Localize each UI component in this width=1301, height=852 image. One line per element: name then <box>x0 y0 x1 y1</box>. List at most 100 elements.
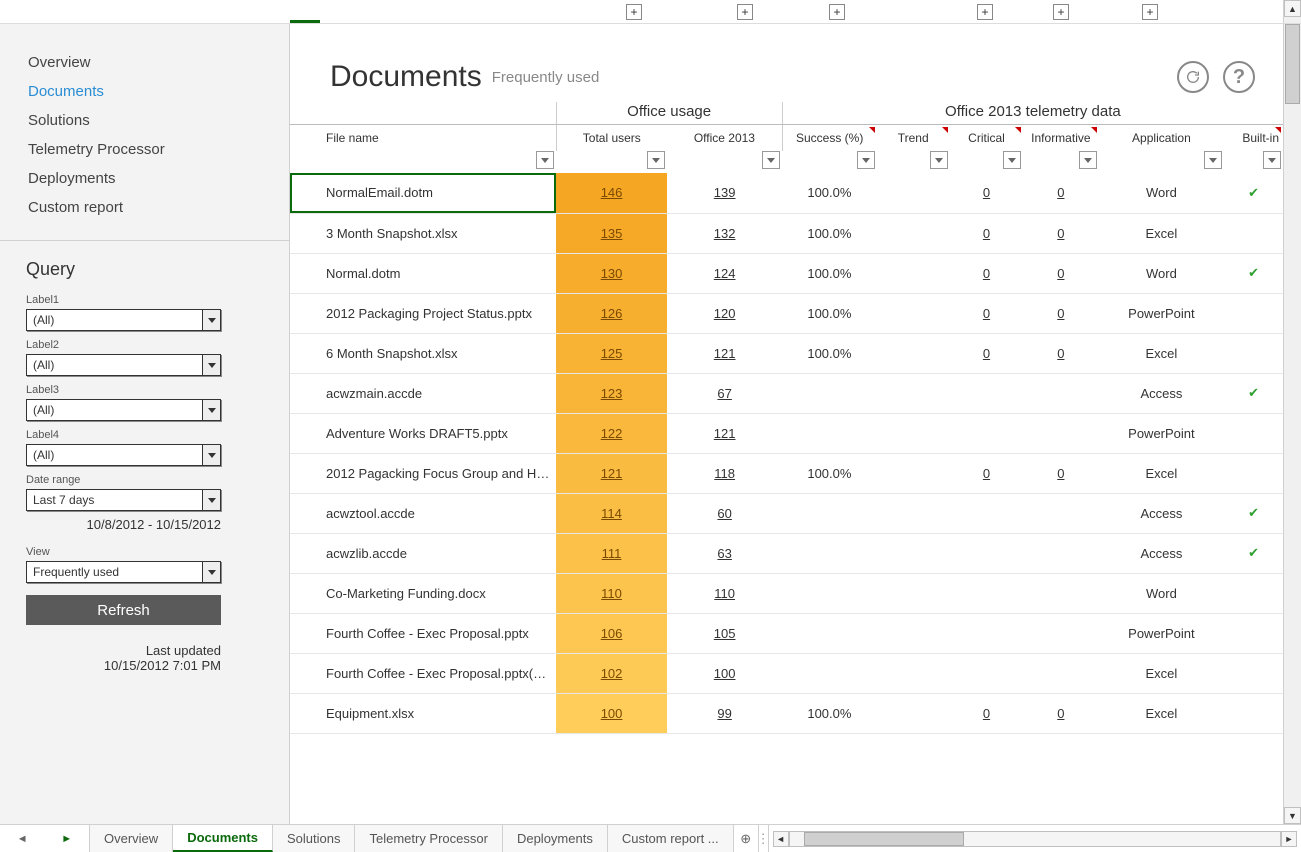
view-combo[interactable]: Frequently used <box>26 561 221 583</box>
office-2013-link[interactable]: 124 <box>714 266 736 281</box>
total-users-link[interactable]: 135 <box>601 226 623 241</box>
hscroll-thumb[interactable] <box>804 832 964 846</box>
informative-link[interactable]: 0 <box>1057 346 1064 361</box>
col-critical[interactable]: Critical <box>950 125 1023 152</box>
sheet-tab-custom-report[interactable]: Custom report ... <box>608 825 734 852</box>
sheet-tab-solutions[interactable]: Solutions <box>273 825 355 852</box>
cell-file-name[interactable]: Adventure Works DRAFT5.pptx <box>290 413 556 453</box>
critical-link[interactable]: 0 <box>983 185 990 200</box>
table-row[interactable]: Adventure Works DRAFT5.pptx122121PowerPo… <box>290 413 1283 453</box>
cell-file-name[interactable]: 2012 Packaging Project Status.pptx <box>290 293 556 333</box>
sheet-tab-documents[interactable]: Documents <box>173 825 273 852</box>
cell-file-name[interactable]: Fourth Coffee - Exec Proposal.pptx <box>290 613 556 653</box>
critical-link[interactable]: 0 <box>983 266 990 281</box>
table-row[interactable]: 3 Month Snapshot.xlsx135132100.0%00Excel <box>290 213 1283 253</box>
vertical-scrollbar[interactable]: ▼ <box>1283 24 1301 824</box>
total-users-link[interactable]: 110 <box>601 586 622 601</box>
cell-file-name[interactable]: acwztool.accde <box>290 493 556 533</box>
chevron-down-icon[interactable] <box>202 400 220 420</box>
informative-link[interactable]: 0 <box>1057 306 1064 321</box>
table-row[interactable]: 2012 Packaging Project Status.pptx126120… <box>290 293 1283 333</box>
filter-button[interactable] <box>930 151 948 169</box>
office-2013-link[interactable]: 118 <box>714 466 735 481</box>
tab-split-handle[interactable]: ⋮ <box>758 825 768 852</box>
office-2013-link[interactable]: 132 <box>714 226 736 241</box>
office-2013-link[interactable]: 67 <box>717 386 731 401</box>
cell-file-name[interactable]: Equipment.xlsx <box>290 693 556 733</box>
office-2013-link[interactable]: 121 <box>714 346 736 361</box>
query-field-combo[interactable]: (All) <box>26 309 221 331</box>
nav-item-overview[interactable]: Overview <box>0 48 289 77</box>
query-field-combo[interactable]: (All) <box>26 444 221 466</box>
table-row[interactable]: acwzlib.accde11163Access✔ <box>290 533 1283 573</box>
filter-button[interactable] <box>762 151 780 169</box>
table-row[interactable]: Fourth Coffee - Exec Proposal.pptx(old).… <box>290 653 1283 693</box>
office-2013-link[interactable]: 121 <box>714 426 736 441</box>
office-2013-link[interactable]: 139 <box>714 185 736 200</box>
col-file-name[interactable]: File name <box>290 125 556 152</box>
cell-file-name[interactable]: 2012 Pagacking Focus Group and Historic <box>290 453 556 493</box>
cell-file-name[interactable]: acwzmain.accde <box>290 373 556 413</box>
column-group-expand-button[interactable]: + <box>977 4 993 20</box>
office-2013-link[interactable]: 60 <box>717 506 731 521</box>
sheet-nav-prev[interactable]: ◄ <box>17 833 28 845</box>
chevron-down-icon[interactable] <box>202 445 220 465</box>
nav-item-custom-report[interactable]: Custom report <box>0 193 289 222</box>
filter-button[interactable] <box>1263 151 1281 169</box>
hscroll-track[interactable] <box>789 831 1281 847</box>
informative-link[interactable]: 0 <box>1057 266 1064 281</box>
chevron-down-icon[interactable] <box>202 562 220 582</box>
scroll-up-arrow[interactable]: ▲ <box>1284 0 1301 17</box>
total-users-link[interactable]: 146 <box>601 185 623 200</box>
informative-link[interactable]: 0 <box>1057 466 1064 481</box>
col-office-2013[interactable]: Office 2013 <box>667 125 782 152</box>
table-row[interactable]: acwztool.accde11460Access✔ <box>290 493 1283 533</box>
informative-link[interactable]: 0 <box>1057 226 1064 241</box>
query-field-combo[interactable]: (All) <box>26 399 221 421</box>
table-row[interactable]: Fourth Coffee - Exec Proposal.pptx106105… <box>290 613 1283 653</box>
office-2013-link[interactable]: 99 <box>717 706 731 721</box>
col-success[interactable]: Success (%) <box>782 125 876 152</box>
filter-button[interactable] <box>1204 151 1222 169</box>
filter-button[interactable] <box>1079 151 1097 169</box>
scrollbar-track[interactable] <box>1284 24 1301 807</box>
col-builtin[interactable]: Built-in <box>1224 125 1283 152</box>
critical-link[interactable]: 0 <box>983 706 990 721</box>
office-2013-link[interactable]: 110 <box>714 586 735 601</box>
office-2013-link[interactable]: 120 <box>714 306 736 321</box>
critical-link[interactable]: 0 <box>983 346 990 361</box>
query-field-combo[interactable]: (All) <box>26 354 221 376</box>
chevron-down-icon[interactable] <box>202 310 220 330</box>
critical-link[interactable]: 0 <box>983 466 990 481</box>
chevron-down-icon[interactable] <box>202 355 220 375</box>
total-users-link[interactable]: 106 <box>601 626 623 641</box>
column-group-expand-button[interactable]: + <box>1142 4 1158 20</box>
col-total-users[interactable]: Total users <box>556 125 667 152</box>
cell-file-name[interactable]: Fourth Coffee - Exec Proposal.pptx(old). <box>290 653 556 693</box>
nav-item-telemetry-processor[interactable]: Telemetry Processor <box>0 135 289 164</box>
office-2013-link[interactable]: 63 <box>717 546 731 561</box>
sheet-tab-telemetry-processor[interactable]: Telemetry Processor <box>355 825 502 852</box>
cell-file-name[interactable]: Normal.dotm <box>290 253 556 293</box>
col-application[interactable]: Application <box>1099 125 1225 152</box>
cell-file-name[interactable]: NormalEmail.dotm <box>290 173 556 213</box>
date-range-combo[interactable]: Last 7 days <box>26 489 221 511</box>
column-group-expand-button[interactable]: + <box>1053 4 1069 20</box>
column-group-expand-button[interactable]: + <box>737 4 753 20</box>
total-users-link[interactable]: 114 <box>601 506 622 521</box>
refresh-button[interactable]: Refresh <box>26 595 221 625</box>
total-users-link[interactable]: 102 <box>601 666 623 681</box>
informative-link[interactable]: 0 <box>1057 185 1064 200</box>
filter-button[interactable] <box>647 151 665 169</box>
col-trend[interactable]: Trend <box>877 125 950 152</box>
total-users-link[interactable]: 125 <box>601 346 623 361</box>
filter-button[interactable] <box>857 151 875 169</box>
nav-item-documents[interactable]: Documents <box>0 77 289 106</box>
critical-link[interactable]: 0 <box>983 226 990 241</box>
table-row[interactable]: NormalEmail.dotm146139100.0%00Word✔ <box>290 173 1283 213</box>
filter-button[interactable] <box>536 151 554 169</box>
filter-button[interactable] <box>1003 151 1021 169</box>
horizontal-scrollbar[interactable]: ◄ ► <box>768 825 1301 852</box>
cell-file-name[interactable]: 3 Month Snapshot.xlsx <box>290 213 556 253</box>
total-users-link[interactable]: 121 <box>601 466 623 481</box>
